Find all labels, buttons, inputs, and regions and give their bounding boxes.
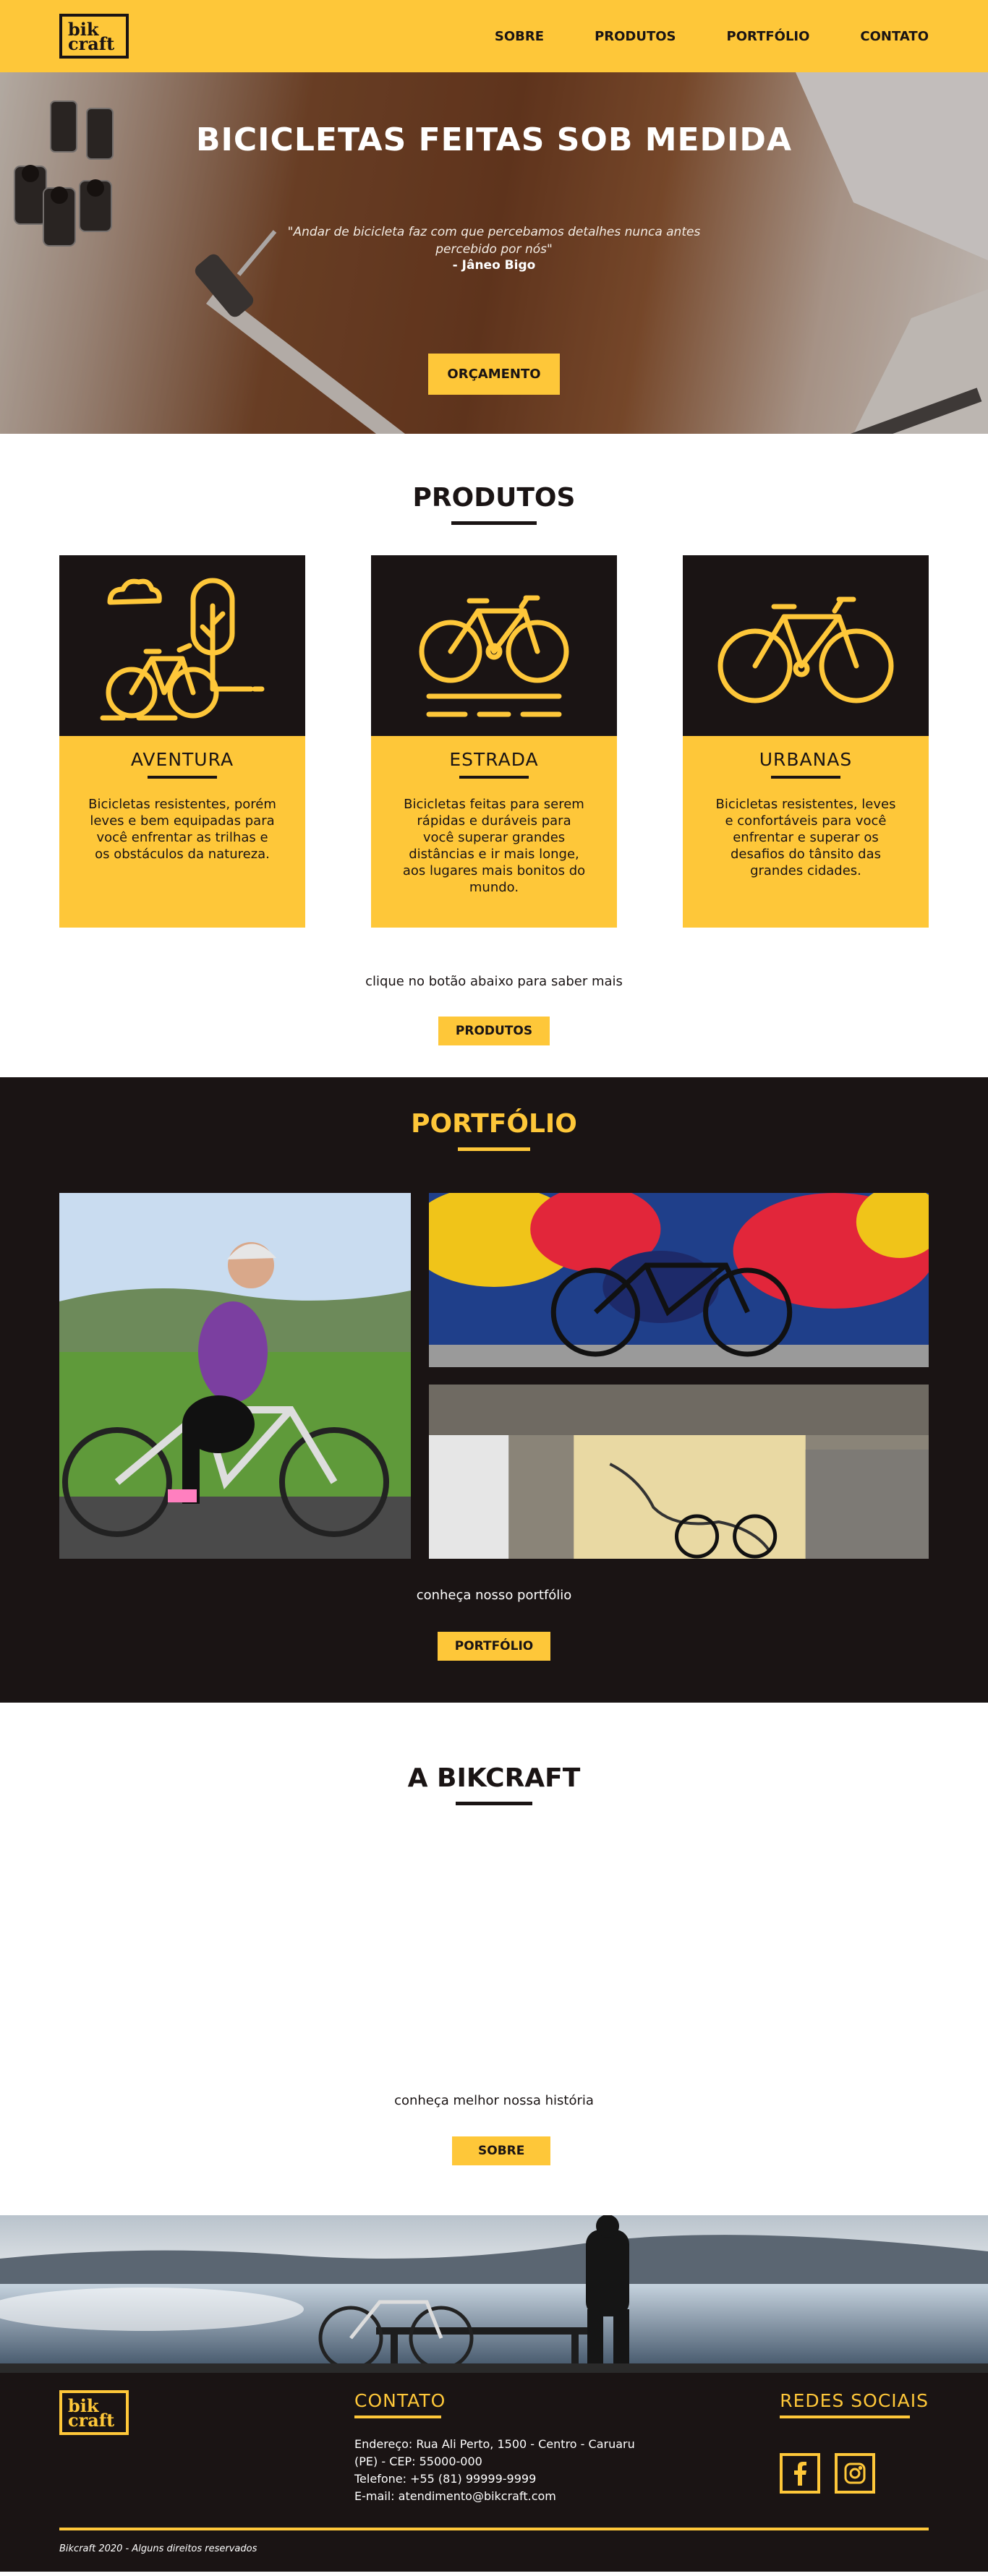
copyright-text: Bikcraft 2020 - Alguns direitos reservad… <box>59 2543 257 2554</box>
product-card-aventura[interactable]: AVENTURA Bicicletas resistentes, porém l… <box>59 555 305 928</box>
footer-contact: CONTATO Endereço: Rua Ali Perto, 1500 - … <box>354 2390 635 2505</box>
product-card-text: Bicicletas resistentes, leves e confortá… <box>715 797 896 878</box>
nav-produtos[interactable]: PRODUTOS <box>595 29 676 44</box>
footer-divider <box>59 2528 929 2530</box>
nav-contato[interactable]: CONTATO <box>860 29 929 44</box>
facebook-icon[interactable] <box>780 2453 821 2494</box>
product-card-text: Bicicletas feitas para serem rápidas e d… <box>402 797 586 895</box>
nav-sobre[interactable]: SOBRE <box>495 29 544 44</box>
nav-portfolio[interactable]: PORTFÓLIO <box>727 29 810 44</box>
produtos-button[interactable]: PRODUTOS <box>438 1017 550 1045</box>
portfolio-title: PORTFÓLIO <box>411 1109 577 1139</box>
portfolio-photo-mural[interactable] <box>429 1193 929 1367</box>
title-underline <box>458 1147 530 1151</box>
contact-list: Endereço: Rua Ali Perto, 1500 - Centro -… <box>354 2436 635 2505</box>
product-card-urbanas[interactable]: URBANAS Bicicletas resistentes, leves e … <box>683 555 929 928</box>
sobre-button[interactable]: SOBRE <box>452 2136 551 2165</box>
produtos-title: PRODUTOS <box>412 483 576 513</box>
mountain-bike-icon <box>100 578 265 721</box>
about-section: A BIKCRAFT conheça melhor nossa história… <box>0 1703 988 2215</box>
product-card-title: ESTRADA <box>449 749 539 770</box>
hero-title: BICICLETAS FEITAS SOB MEDIDA <box>195 121 793 158</box>
contact-cep: (PE) - CEP: 55000-000 <box>354 2455 482 2468</box>
product-card-title: AVENTURA <box>130 749 234 770</box>
road-bike-icon <box>419 595 569 717</box>
hero-quote-author: - Jâneo Bigo <box>452 258 536 273</box>
portfolio-button[interactable]: PORTFÓLIO <box>437 1632 551 1661</box>
portfolio-photo-cyclist[interactable] <box>59 1193 411 1559</box>
logo-line2: craft <box>68 33 115 54</box>
footer-contact-title: CONTATO <box>354 2390 446 2411</box>
product-card-text: Bicicletas resistentes, porém leves e be… <box>88 797 276 862</box>
produtos-cta-text: clique no botão abaixo para saber mais <box>365 974 623 989</box>
footer-social-title: REDES SOCIAIS <box>780 2390 929 2411</box>
hero-quote: "Andar de bicicleta faz com que percebam… <box>287 225 701 257</box>
orcamento-button[interactable]: ORÇAMENTO <box>428 354 560 395</box>
site-footer: bik craft CONTATO Endereço: Rua Ali Pert… <box>0 2373 988 2572</box>
site-header: bik craft SOBRE PRODUTOS PORTFÓLIO CONTA… <box>0 0 988 72</box>
contact-phone: Telefone: +55 (81) 99999-9999 <box>354 2472 537 2486</box>
portfolio-photo-route-map[interactable] <box>429 1385 929 1559</box>
product-card-estrada[interactable]: ESTRADA Bicicletas feitas para serem ráp… <box>371 555 617 928</box>
product-card-title: URBANAS <box>759 749 853 770</box>
title-underline <box>451 521 537 525</box>
logo-line2: craft <box>68 2410 115 2431</box>
title-underline <box>456 1802 532 1805</box>
instagram-icon[interactable] <box>835 2453 876 2494</box>
product-cards: AVENTURA Bicicletas resistentes, porém l… <box>0 555 988 928</box>
logo[interactable]: bik craft <box>59 14 129 59</box>
portfolio-gallery <box>0 1193 988 1559</box>
portfolio-section: PORTFÓLIO conheça nosso portfólio PORTFÓ… <box>0 1077 988 1703</box>
seaside-banner-image <box>0 2215 988 2373</box>
about-title: A BIKCRAFT <box>407 1763 581 1793</box>
urban-bike-icon <box>717 596 894 703</box>
produtos-section: PRODUTOS AVENTURA Bicicletas resistentes… <box>0 434 988 1077</box>
about-cta-text: conheça melhor nossa história <box>394 2093 594 2108</box>
contact-email: E-mail: atendimento@bikcraft.com <box>354 2489 556 2503</box>
contact-address: Endereço: Rua Ali Perto, 1500 - Centro -… <box>354 2437 635 2451</box>
main-nav: SOBRE PRODUTOS PORTFÓLIO CONTATO <box>444 29 929 44</box>
portfolio-cta-text: conheça nosso portfólio <box>416 1588 572 1603</box>
footer-logo[interactable]: bik craft <box>59 2390 129 2435</box>
footer-social: REDES SOCIAIS <box>780 2390 929 2494</box>
hero-section: BICICLETAS FEITAS SOB MEDIDA "Andar de b… <box>0 72 988 434</box>
